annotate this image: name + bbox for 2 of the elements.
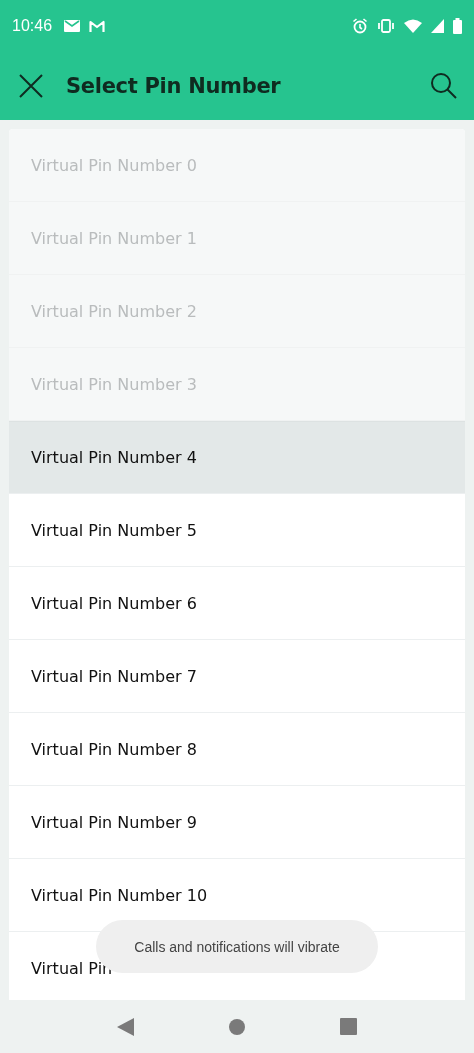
screen-title: Select Pin Number (66, 74, 281, 98)
status-time: 10:46 (12, 17, 53, 35)
